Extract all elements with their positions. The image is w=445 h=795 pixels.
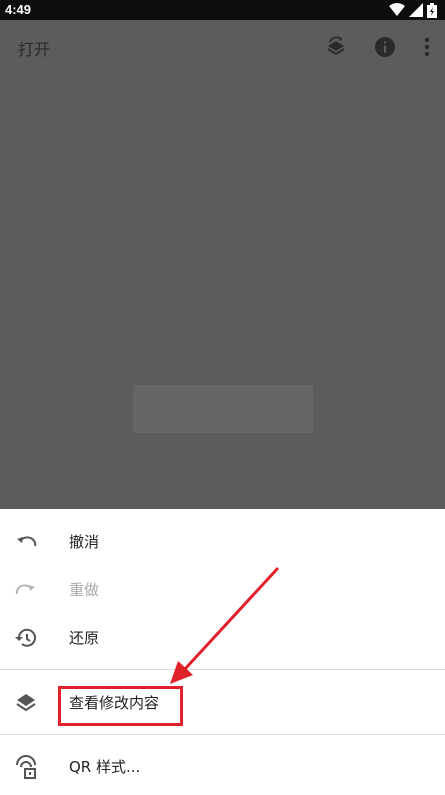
menu-divider xyxy=(0,734,445,735)
menu-item-redo[interactable]: 重做 xyxy=(0,566,445,614)
status-icons xyxy=(389,2,437,18)
annotation-highlight-box xyxy=(58,686,183,726)
restore-history-icon xyxy=(15,628,36,647)
layers-icon xyxy=(16,694,36,712)
cellular-signal-icon xyxy=(409,3,423,17)
menu-item-restore[interactable]: 还原 xyxy=(0,614,445,662)
battery-icon xyxy=(427,2,437,18)
menu-label-restore: 还原 xyxy=(69,629,100,647)
info-button[interactable] xyxy=(373,35,397,59)
redo-icon xyxy=(15,584,35,595)
menu-item-qr-style[interactable]: QR 样式... xyxy=(0,743,445,791)
more-options-button[interactable] xyxy=(415,35,439,59)
menu-label-qr-style: QR 样式... xyxy=(69,758,141,776)
menu-label-undo: 撤消 xyxy=(69,533,100,551)
undo-icon xyxy=(17,536,37,547)
app-bar: 打开 xyxy=(0,20,445,74)
wifi-icon xyxy=(389,3,405,16)
layers-refresh-icon xyxy=(327,36,345,56)
bottom-sheet-menu: 撤消 重做 还原 查看修改内容 QR 样式... xyxy=(0,509,445,795)
menu-label-redo: 重做 xyxy=(69,581,100,599)
canvas-placeholder xyxy=(133,385,313,433)
layers-button[interactable] xyxy=(324,35,348,59)
menu-item-undo[interactable]: 撤消 xyxy=(0,518,445,566)
open-button[interactable]: 打开 xyxy=(18,36,50,60)
image-canvas xyxy=(0,74,445,509)
menu-divider xyxy=(0,669,445,670)
qr-style-icon xyxy=(16,755,36,779)
more-vert-icon xyxy=(424,37,430,57)
status-time: 4:49 xyxy=(5,2,32,17)
info-icon xyxy=(375,37,395,57)
status-bar: 4:49 xyxy=(0,0,445,20)
